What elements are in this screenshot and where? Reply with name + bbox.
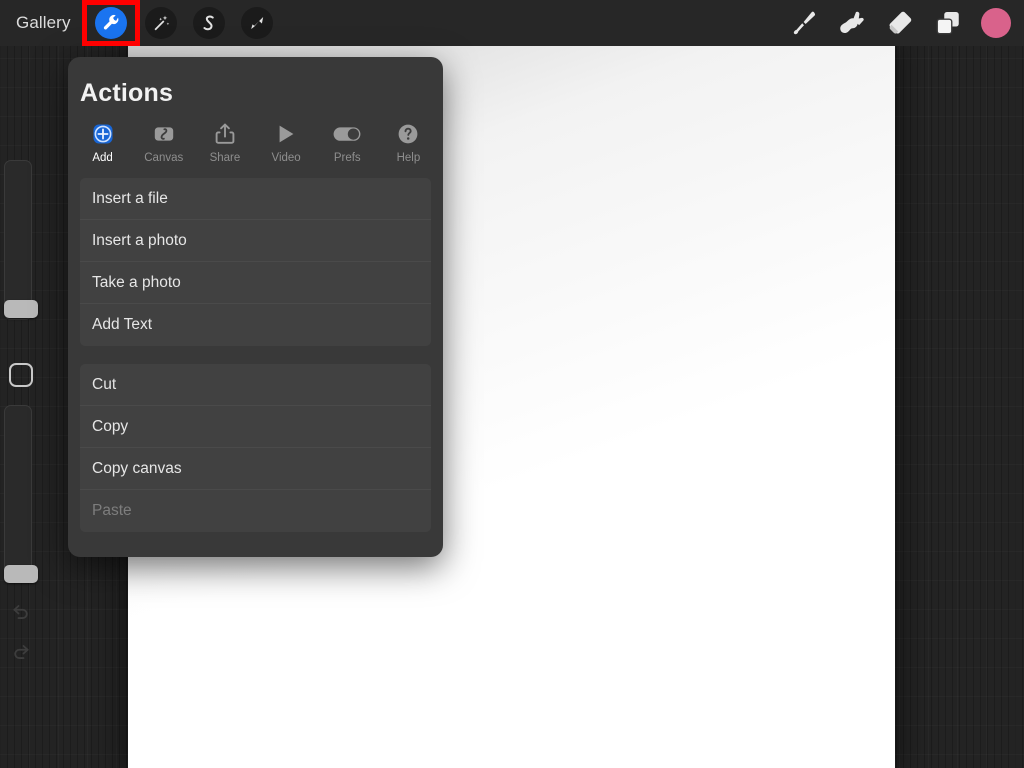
insert-group: Insert a file Insert a photo Take a phot…: [68, 178, 443, 346]
undo-arrow-icon[interactable]: [8, 598, 34, 624]
top-toolbar: Gallery: [0, 0, 1024, 46]
menu-item-insert-a-file[interactable]: Insert a file: [80, 178, 431, 220]
gallery-button[interactable]: Gallery: [0, 0, 85, 46]
transform-tool-button[interactable]: [233, 0, 281, 46]
actions-tool-button[interactable]: [85, 0, 137, 46]
share-up-icon: [213, 121, 237, 147]
left-toolbar-sidebar: [0, 160, 42, 680]
panel-title: Actions: [80, 79, 174, 107]
selection-tool-button[interactable]: [185, 0, 233, 46]
wrench-icon: [94, 7, 127, 39]
tab-add-label: Add: [92, 152, 113, 164]
tab-video[interactable]: Video: [256, 119, 317, 164]
tab-help-label: Help: [396, 152, 421, 164]
smudge-tool-button[interactable]: [828, 0, 876, 46]
erase-tool-button[interactable]: [876, 0, 924, 46]
brush-size-slider-thumb[interactable]: [4, 300, 38, 318]
tab-help[interactable]: Help: [378, 119, 439, 164]
add-plus-icon: [91, 121, 115, 147]
menu-item-insert-a-photo[interactable]: Insert a photo: [80, 220, 431, 262]
canvas-icon: [152, 121, 176, 147]
layers-icon: [933, 8, 963, 38]
color-swatch-icon: [981, 8, 1011, 38]
menu-item-paste: Paste: [80, 490, 431, 532]
clipboard-group: Cut Copy Copy canvas Paste: [68, 364, 443, 532]
brush-opacity-slider[interactable]: [4, 405, 32, 575]
paintbrush-icon: [789, 8, 819, 38]
tab-share-label: Share: [209, 152, 241, 164]
menu-item-copy[interactable]: Copy: [80, 406, 431, 448]
actions-panel: Actions Add Canvas Share Video Prefs Hel…: [68, 57, 443, 557]
adjustments-tool-button[interactable]: [137, 0, 185, 46]
smudge-finger-icon: [837, 8, 867, 38]
tab-canvas[interactable]: Canvas: [133, 119, 194, 164]
tab-video-label: Video: [271, 152, 301, 164]
redo-arrow-icon[interactable]: [8, 638, 34, 664]
menu-item-cut[interactable]: Cut: [80, 364, 431, 406]
toggle-switch-icon: [332, 121, 362, 147]
magic-wand-icon: [144, 7, 177, 39]
eraser-icon: [885, 8, 915, 38]
paint-tool-button[interactable]: [780, 0, 828, 46]
tab-prefs-label: Prefs: [333, 152, 361, 164]
play-triangle-icon: [274, 121, 298, 147]
menu-item-take-a-photo[interactable]: Take a photo: [80, 262, 431, 304]
tab-prefs[interactable]: Prefs: [317, 119, 378, 164]
top-toolbar-left-group: Gallery: [0, 0, 281, 46]
layers-button[interactable]: [924, 0, 972, 46]
brush-opacity-slider-thumb[interactable]: [4, 565, 38, 583]
procreate-app-window: Gallery Actions Add Canvas Share Video P…: [0, 0, 1024, 768]
tab-canvas-label: Canvas: [144, 152, 184, 164]
menu-item-copy-canvas[interactable]: Copy canvas: [80, 448, 431, 490]
square-modify-icon[interactable]: [9, 363, 33, 387]
arrow-cursor-icon: [240, 7, 273, 39]
top-toolbar-right-group: [780, 0, 1024, 46]
menu-item-add-text[interactable]: Add Text: [80, 304, 431, 346]
s-curve-icon: [192, 7, 225, 39]
tab-share[interactable]: Share: [194, 119, 255, 164]
tab-add[interactable]: Add: [72, 119, 133, 164]
actions-tab-row: Add Canvas Share Video Prefs Help: [68, 108, 443, 164]
brush-size-slider[interactable]: [4, 160, 32, 320]
color-picker-button[interactable]: [972, 0, 1020, 46]
question-mark-icon: [396, 121, 420, 147]
